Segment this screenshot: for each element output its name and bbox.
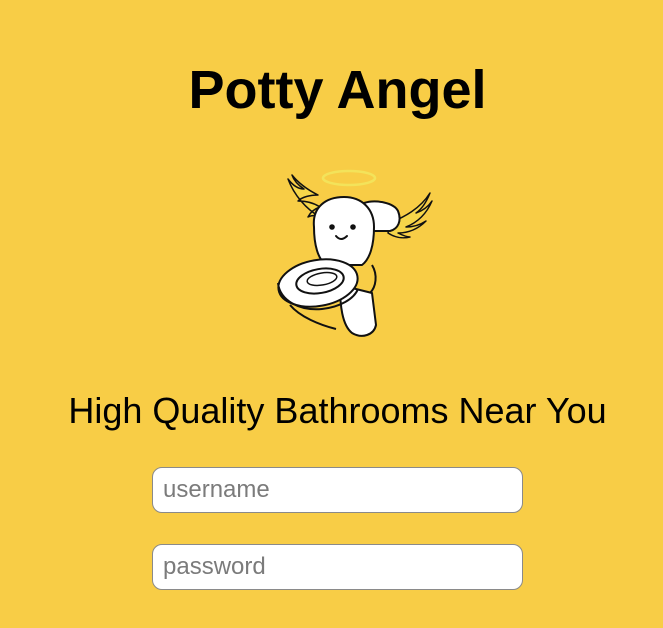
halo-icon [321,169,377,187]
username-input[interactable] [152,467,523,513]
left-eye-icon [329,224,335,230]
left-wing-icon [287,174,321,218]
password-input[interactable] [152,544,523,590]
right-eye-icon [350,224,356,230]
app-title: Potty Angel [188,60,487,120]
toilet-lid-icon [312,196,375,266]
angel-toilet-icon [270,165,440,345]
tagline: High Quality Bathrooms Near You [68,390,607,431]
